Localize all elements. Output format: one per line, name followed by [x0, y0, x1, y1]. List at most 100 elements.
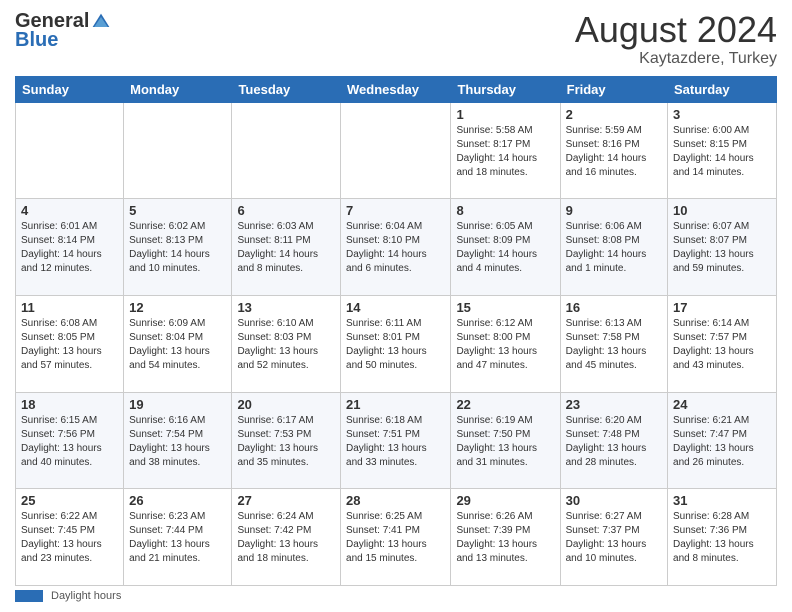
footer: Daylight hours	[15, 590, 777, 602]
day-number: 12	[129, 300, 226, 315]
day-detail: Sunrise: 6:21 AM Sunset: 7:47 PM Dayligh…	[673, 415, 754, 468]
cal-cell: 11Sunrise: 6:08 AM Sunset: 8:05 PM Dayli…	[16, 295, 124, 392]
logo-icon	[91, 12, 111, 32]
day-number: 23	[566, 397, 662, 412]
day-detail: Sunrise: 6:04 AM Sunset: 8:10 PM Dayligh…	[346, 221, 427, 274]
day-number: 31	[673, 493, 771, 508]
day-detail: Sunrise: 6:07 AM Sunset: 8:07 PM Dayligh…	[673, 221, 754, 274]
day-number: 14	[346, 300, 445, 315]
day-detail: Sunrise: 6:01 AM Sunset: 8:14 PM Dayligh…	[21, 221, 102, 274]
legend-box	[15, 590, 43, 602]
cal-cell: 20Sunrise: 6:17 AM Sunset: 7:53 PM Dayli…	[232, 392, 341, 489]
day-number: 3	[673, 107, 771, 122]
cal-cell: 29 Sunrise: 6:26 AM Sunset: 7:39 PM Dayli…	[451, 489, 560, 586]
calendar: SundayMondayTuesdayWednesdayThursdayFrid…	[15, 76, 777, 586]
day-detail: Sunrise: 6:16 AM Sunset: 7:54 PM Dayligh…	[129, 415, 210, 468]
day-number: 1	[456, 107, 554, 122]
day-number: 10	[673, 203, 771, 218]
day-detail: Sunrise: 6:22 AM Sunset: 7:45 PM Dayligh…	[21, 511, 102, 564]
cal-cell: 12 Sunrise: 6:09 AM Sunset: 8:04 PM Dayli…	[124, 295, 232, 392]
day-header-sunday: Sunday	[16, 76, 124, 102]
cal-cell: 1 Sunrise: 5:58 AM Sunset: 8:17 PM Daylig…	[451, 102, 560, 199]
week-row-5: 25 Sunrise: 6:22 AM Sunset: 7:45 PM Dayli…	[16, 489, 777, 586]
day-detail: Sunrise: 6:27 AM Sunset: 7:37 PM Dayligh…	[566, 511, 647, 564]
calendar-table: SundayMondayTuesdayWednesdayThursdayFrid…	[15, 76, 777, 586]
cal-cell: 9Sunrise: 6:06 AM Sunset: 8:08 PM Daylig…	[560, 199, 667, 296]
day-detail: Sunrise: 6:05 AM Sunset: 8:09 PM Dayligh…	[456, 221, 537, 274]
day-detail: Sunrise: 6:18 AM Sunset: 7:51 PM Dayligh…	[346, 415, 427, 468]
day-detail: Sunrise: 6:00 AM Sunset: 8:15 PM Dayligh…	[673, 125, 754, 178]
header-row: SundayMondayTuesdayWednesdayThursdayFrid…	[16, 76, 777, 102]
day-number: 24	[673, 397, 771, 412]
day-detail: Sunrise: 6:06 AM Sunset: 8:08 PM Dayligh…	[566, 221, 647, 274]
day-number: 28	[346, 493, 445, 508]
day-detail: Sunrise: 6:15 AM Sunset: 7:56 PM Dayligh…	[21, 415, 102, 468]
day-detail: Sunrise: 6:19 AM Sunset: 7:50 PM Dayligh…	[456, 415, 537, 468]
cal-cell: 22 Sunrise: 6:19 AM Sunset: 7:50 PM Dayli…	[451, 392, 560, 489]
day-detail: Sunrise: 6:03 AM Sunset: 8:11 PM Dayligh…	[237, 221, 318, 274]
cal-cell: 18 Sunrise: 6:15 AM Sunset: 7:56 PM Dayli…	[16, 392, 124, 489]
day-number: 21	[346, 397, 445, 412]
day-detail: Sunrise: 6:17 AM Sunset: 7:53 PM Dayligh…	[237, 415, 318, 468]
cal-cell: 7 Sunrise: 6:04 AM Sunset: 8:10 PM Daylig…	[341, 199, 451, 296]
cal-cell: 3 Sunrise: 6:00 AM Sunset: 8:15 PM Daylig…	[668, 102, 777, 199]
cal-cell: 25 Sunrise: 6:22 AM Sunset: 7:45 PM Dayli…	[16, 489, 124, 586]
page: General Blue August 2024 Kaytazdere, Tur…	[0, 0, 792, 612]
cal-cell: 24 Sunrise: 6:21 AM Sunset: 7:47 PM Dayli…	[668, 392, 777, 489]
cal-cell: 6 Sunrise: 6:03 AM Sunset: 8:11 PM Daylig…	[232, 199, 341, 296]
week-row-1: 1 Sunrise: 5:58 AM Sunset: 8:17 PM Daylig…	[16, 102, 777, 199]
logo-blue: Blue	[15, 29, 58, 52]
day-number: 7	[346, 203, 445, 218]
day-number: 17	[673, 300, 771, 315]
day-detail: Sunrise: 6:11 AM Sunset: 8:01 PM Dayligh…	[346, 318, 427, 371]
cal-cell: 21 Sunrise: 6:18 AM Sunset: 7:51 PM Dayli…	[341, 392, 451, 489]
day-detail: Sunrise: 6:10 AM Sunset: 8:03 PM Dayligh…	[237, 318, 318, 371]
week-row-3: 11Sunrise: 6:08 AM Sunset: 8:05 PM Dayli…	[16, 295, 777, 392]
cal-cell: 30 Sunrise: 6:27 AM Sunset: 7:37 PM Dayli…	[560, 489, 667, 586]
cal-cell	[341, 102, 451, 199]
day-number: 5	[129, 203, 226, 218]
day-detail: Sunrise: 5:59 AM Sunset: 8:16 PM Dayligh…	[566, 125, 647, 178]
day-detail: Sunrise: 6:20 AM Sunset: 7:48 PM Dayligh…	[566, 415, 647, 468]
day-detail: Sunrise: 6:28 AM Sunset: 7:36 PM Dayligh…	[673, 511, 754, 564]
day-detail: Sunrise: 6:12 AM Sunset: 8:00 PM Dayligh…	[456, 318, 537, 371]
day-number: 2	[566, 107, 662, 122]
header: General Blue August 2024 Kaytazdere, Tur…	[15, 10, 777, 68]
cal-cell: 19 Sunrise: 6:16 AM Sunset: 7:54 PM Dayli…	[124, 392, 232, 489]
cal-cell: 10 Sunrise: 6:07 AM Sunset: 8:07 PM Dayli…	[668, 199, 777, 296]
cal-cell	[232, 102, 341, 199]
day-number: 8	[456, 203, 554, 218]
day-detail: Sunrise: 6:09 AM Sunset: 8:04 PM Dayligh…	[129, 318, 210, 371]
day-number: 30	[566, 493, 662, 508]
day-detail: Sunrise: 6:02 AM Sunset: 8:13 PM Dayligh…	[129, 221, 210, 274]
day-number: 19	[129, 397, 226, 412]
cal-cell: 17Sunrise: 6:14 AM Sunset: 7:57 PM Dayli…	[668, 295, 777, 392]
day-number: 16	[566, 300, 662, 315]
day-detail: Sunrise: 5:58 AM Sunset: 8:17 PM Dayligh…	[456, 125, 537, 178]
day-detail: Sunrise: 6:08 AM Sunset: 8:05 PM Dayligh…	[21, 318, 102, 371]
day-header-tuesday: Tuesday	[232, 76, 341, 102]
cal-cell: 26Sunrise: 6:23 AM Sunset: 7:44 PM Dayli…	[124, 489, 232, 586]
day-number: 29	[456, 493, 554, 508]
title-section: August 2024 Kaytazdere, Turkey	[575, 10, 777, 68]
day-header-wednesday: Wednesday	[341, 76, 451, 102]
day-number: 27	[237, 493, 335, 508]
day-detail: Sunrise: 6:24 AM Sunset: 7:42 PM Dayligh…	[237, 511, 318, 564]
day-number: 22	[456, 397, 554, 412]
day-number: 18	[21, 397, 118, 412]
legend-label: Daylight hours	[51, 590, 121, 602]
cal-cell: 27 Sunrise: 6:24 AM Sunset: 7:42 PM Dayli…	[232, 489, 341, 586]
logo: General Blue	[15, 10, 111, 52]
location: Kaytazdere, Turkey	[575, 50, 777, 68]
day-number: 25	[21, 493, 118, 508]
day-number: 6	[237, 203, 335, 218]
day-header-friday: Friday	[560, 76, 667, 102]
day-detail: Sunrise: 6:13 AM Sunset: 7:58 PM Dayligh…	[566, 318, 647, 371]
day-number: 15	[456, 300, 554, 315]
day-detail: Sunrise: 6:26 AM Sunset: 7:39 PM Dayligh…	[456, 511, 537, 564]
cal-cell	[124, 102, 232, 199]
cal-cell: 5 Sunrise: 6:02 AM Sunset: 8:13 PM Daylig…	[124, 199, 232, 296]
cal-cell: 8 Sunrise: 6:05 AM Sunset: 8:09 PM Daylig…	[451, 199, 560, 296]
day-detail: Sunrise: 6:25 AM Sunset: 7:41 PM Dayligh…	[346, 511, 427, 564]
day-number: 13	[237, 300, 335, 315]
